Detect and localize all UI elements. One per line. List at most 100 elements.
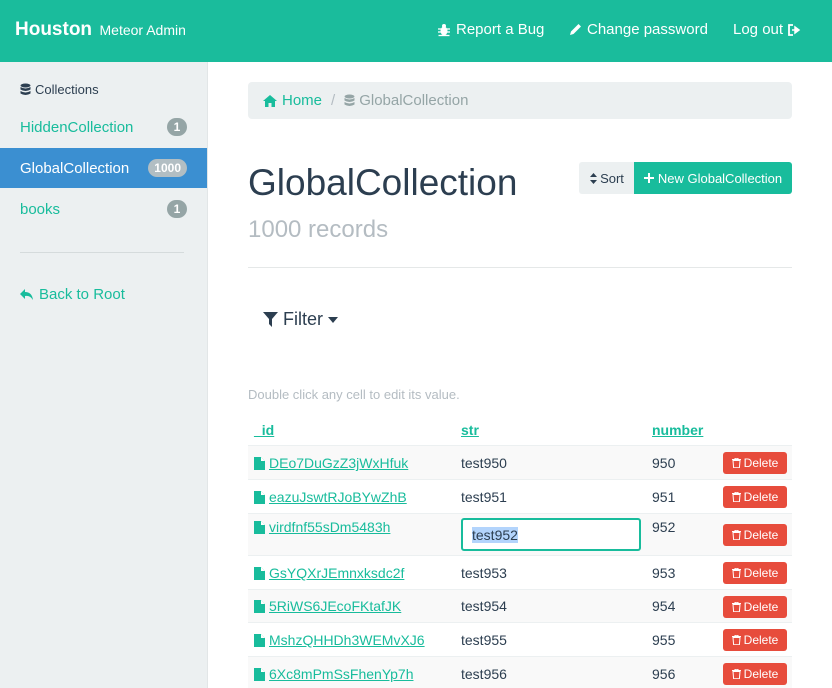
count-badge: 1 <box>167 118 187 136</box>
record-id-label: 6Xc8mPmSsFhenYp7h <box>269 666 414 682</box>
collections-header: Collections <box>20 82 99 97</box>
delete-button[interactable]: Delete <box>723 562 787 584</box>
breadcrumb-home[interactable]: Home <box>263 92 322 109</box>
record-id-label: 5RiWS6JEcoFKtafJK <box>269 598 402 614</box>
record-id-link[interactable]: 6Xc8mPmSsFhenYp7h <box>254 666 413 682</box>
file-icon <box>254 520 265 534</box>
new-globalcollection-button[interactable]: New GlobalCollection <box>634 162 792 194</box>
logout-link[interactable]: Log out <box>733 21 801 38</box>
report-bug-link[interactable]: Report a Bug <box>437 21 544 38</box>
sidebar-item-label: books <box>20 200 61 218</box>
record-id-link[interactable]: eazuJswtRJoBYwZhB <box>254 489 407 505</box>
top-navbar: Houston Meteor Admin Report a Bug Change… <box>0 0 832 62</box>
bug-icon <box>438 23 450 36</box>
column-header-id[interactable]: _id <box>254 422 274 438</box>
delete-button[interactable]: Delete <box>723 452 787 474</box>
trash-icon <box>731 602 741 612</box>
collections-header-label: Collections <box>35 82 99 97</box>
sign-out-icon <box>788 23 801 36</box>
sort-icon <box>590 172 598 184</box>
breadcrumb-current: GlobalCollection <box>344 92 468 109</box>
number-cell[interactable]: 956 <box>652 666 675 682</box>
trash-icon <box>731 568 741 578</box>
str-cell[interactable]: test954 <box>461 598 507 614</box>
delete-button[interactable]: Delete <box>723 663 787 685</box>
table-row: DEo7DuGzZ3jWxHfuk test950 950 Delete <box>248 445 792 479</box>
str-cell[interactable]: test950 <box>461 455 507 471</box>
report-bug-label: Report a Bug <box>456 21 545 38</box>
delete-label: Delete <box>743 667 779 681</box>
records-count: 1000 records <box>248 216 389 243</box>
sidebar-item-books[interactable]: books 1 <box>0 189 207 229</box>
reply-arrow-icon <box>20 288 33 300</box>
table-row: MshzQHHDh3WEMvXJ6 test955 955 Delete <box>248 622 792 656</box>
record-id-link[interactable]: 5RiWS6JEcoFKtafJK <box>254 598 401 614</box>
trash-icon <box>731 492 741 502</box>
pencil-icon <box>570 24 581 35</box>
table-row: virdfnf55sDm5483h test952 952 Delete <box>248 513 792 555</box>
breadcrumb-current-label: GlobalCollection <box>359 92 469 109</box>
str-cell[interactable]: test956 <box>461 666 507 682</box>
number-cell[interactable]: 955 <box>652 632 675 648</box>
count-badge: 1000 <box>148 159 187 177</box>
back-to-root-link[interactable]: Back to Root <box>20 286 125 303</box>
count-badge: 1 <box>167 200 187 218</box>
sidebar: Collections HiddenCollection 1 GlobalCol… <box>0 62 208 688</box>
record-id-label: MshzQHHDh3WEMvXJ6 <box>269 632 425 648</box>
brand[interactable]: Houston Meteor Admin <box>15 19 186 41</box>
file-icon <box>254 599 265 613</box>
filter-label: Filter <box>283 309 323 329</box>
record-id-link[interactable]: virdfnf55sDm5483h <box>254 519 390 535</box>
sort-button[interactable]: Sort <box>579 162 635 194</box>
table-row: 6Xc8mPmSsFhenYp7h test956 956 Delete <box>248 656 792 688</box>
str-edit-input[interactable]: test952 <box>461 518 641 551</box>
sidebar-item-hiddencollection[interactable]: HiddenCollection 1 <box>0 107 207 147</box>
brand-subtitle: Meteor Admin <box>99 22 186 38</box>
sort-label: Sort <box>600 170 624 186</box>
number-cell[interactable]: 951 <box>652 489 675 505</box>
delete-label: Delete <box>743 600 779 614</box>
logout-label: Log out <box>733 21 784 38</box>
new-label: New GlobalCollection <box>657 170 783 186</box>
delete-button[interactable]: Delete <box>723 486 787 508</box>
trash-icon <box>731 635 741 645</box>
change-password-label: Change password <box>587 21 708 38</box>
number-cell[interactable]: 950 <box>652 455 675 471</box>
table-row: 5RiWS6JEcoFKtafJK test954 954 Delete <box>248 589 792 622</box>
header-divider <box>248 267 792 268</box>
delete-button[interactable]: Delete <box>723 596 787 618</box>
file-icon <box>254 667 265 681</box>
sidebar-item-globalcollection[interactable]: GlobalCollection 1000 <box>0 148 207 188</box>
delete-button[interactable]: Delete <box>723 629 787 651</box>
delete-label: Delete <box>743 528 779 542</box>
record-id-link[interactable]: MshzQHHDh3WEMvXJ6 <box>254 632 425 648</box>
file-icon <box>254 490 265 504</box>
record-id-link[interactable]: DEo7DuGzZ3jWxHfuk <box>254 455 408 471</box>
str-cell[interactable]: test955 <box>461 632 507 648</box>
page-title: GlobalCollection <box>248 162 518 203</box>
change-password-link[interactable]: Change password <box>569 21 708 38</box>
number-cell[interactable]: 952 <box>652 519 675 535</box>
trash-icon <box>731 669 741 679</box>
back-to-root-label: Back to Root <box>39 286 125 303</box>
filter-icon <box>263 312 278 327</box>
record-id-label: virdfnf55sDm5483h <box>269 519 391 535</box>
filter-dropdown[interactable]: Filter <box>263 309 338 330</box>
column-header-str[interactable]: str <box>461 422 479 438</box>
file-icon <box>254 456 265 470</box>
str-cell[interactable]: test953 <box>461 565 507 581</box>
record-id-link[interactable]: GsYQXrJEmnxksdc2f <box>254 565 404 581</box>
breadcrumb-separator: / <box>331 92 336 109</box>
number-cell[interactable]: 954 <box>652 598 675 614</box>
record-id-label: GsYQXrJEmnxksdc2f <box>269 565 405 581</box>
database-icon <box>20 83 31 95</box>
number-cell[interactable]: 953 <box>652 565 675 581</box>
str-cell[interactable]: test951 <box>461 489 507 505</box>
selected-text: test952 <box>472 526 518 543</box>
caret-down-icon <box>328 316 338 323</box>
home-icon <box>263 94 277 107</box>
database-icon <box>344 94 355 106</box>
delete-button[interactable]: Delete <box>723 524 787 546</box>
delete-label: Delete <box>743 566 779 580</box>
column-header-number[interactable]: number <box>652 422 703 438</box>
